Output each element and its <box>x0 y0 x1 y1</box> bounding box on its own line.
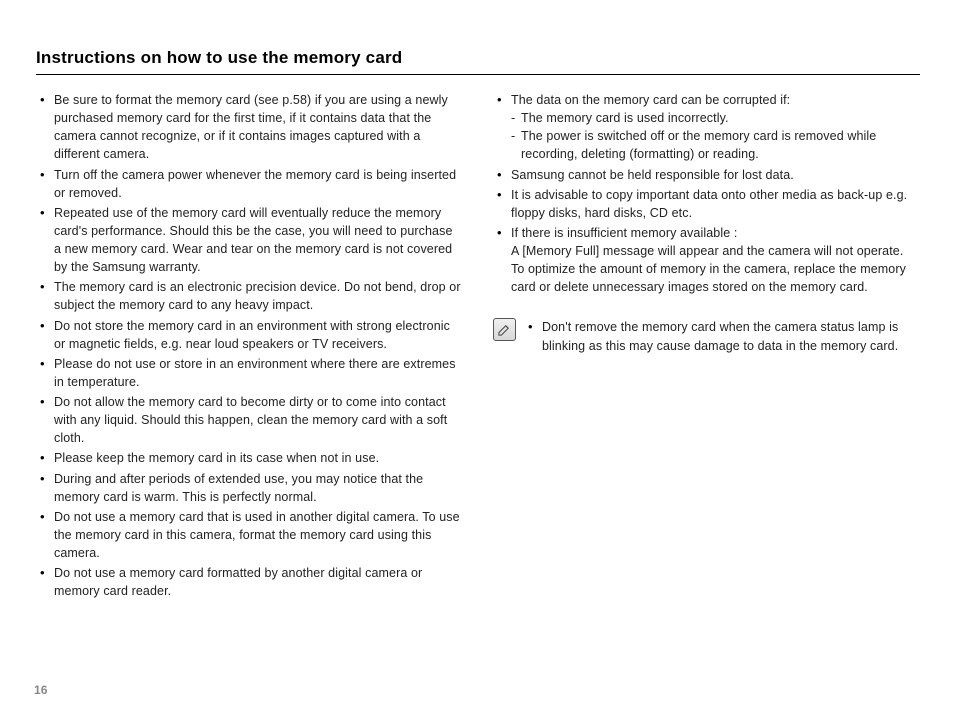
list-item: Do not use a memory card that is used in… <box>36 508 463 562</box>
right-bullet-list: The data on the memory card can be corru… <box>493 91 920 296</box>
list-item: The data on the memory card can be corru… <box>493 91 920 164</box>
list-item: Don't remove the memory card when the ca… <box>524 318 920 354</box>
page-container: Instructions on how to use the memory ca… <box>0 0 954 602</box>
list-item-text: The data on the memory card can be corru… <box>511 93 790 107</box>
list-item: It is advisable to copy important data o… <box>493 186 920 222</box>
list-item: Please keep the memory card in its case … <box>36 449 463 467</box>
list-item: Do not store the memory card in an envir… <box>36 317 463 353</box>
list-item: Do not allow the memory card to become d… <box>36 393 463 447</box>
left-bullet-list: Be sure to format the memory card (see p… <box>36 91 463 600</box>
left-column: Be sure to format the memory card (see p… <box>36 91 463 602</box>
list-item: Do not use a memory card formatted by an… <box>36 564 463 600</box>
title-rule <box>36 74 920 75</box>
list-item: The memory card is an electronic precisi… <box>36 278 463 314</box>
list-item: Samsung cannot be held responsible for l… <box>493 166 920 184</box>
sub-list-item: The memory card is used incorrectly. <box>511 109 920 127</box>
list-item: Repeated use of the memory card will eve… <box>36 204 463 277</box>
list-item: If there is insufficient memory availabl… <box>493 224 920 297</box>
page-number: 16 <box>34 683 48 697</box>
sub-list: The memory card is used incorrectly. The… <box>511 109 920 163</box>
content-columns: Be sure to format the memory card (see p… <box>36 91 920 602</box>
right-column: The data on the memory card can be corru… <box>493 91 920 602</box>
note-text-container: Don't remove the memory card when the ca… <box>524 318 920 354</box>
list-item: During and after periods of extended use… <box>36 470 463 506</box>
list-item-continuation: A [Memory Full] message will appear and … <box>511 244 906 294</box>
list-item: Be sure to format the memory card (see p… <box>36 91 463 164</box>
list-item: Turn off the camera power whenever the m… <box>36 166 463 202</box>
sub-list-item: The power is switched off or the memory … <box>511 127 920 163</box>
note-icon <box>493 318 516 341</box>
list-item-text: If there is insufficient memory availabl… <box>511 226 737 240</box>
list-item: Please do not use or store in an environ… <box>36 355 463 391</box>
page-title: Instructions on how to use the memory ca… <box>36 48 920 68</box>
note-block: Don't remove the memory card when the ca… <box>493 318 920 354</box>
note-bullet-list: Don't remove the memory card when the ca… <box>524 318 920 354</box>
